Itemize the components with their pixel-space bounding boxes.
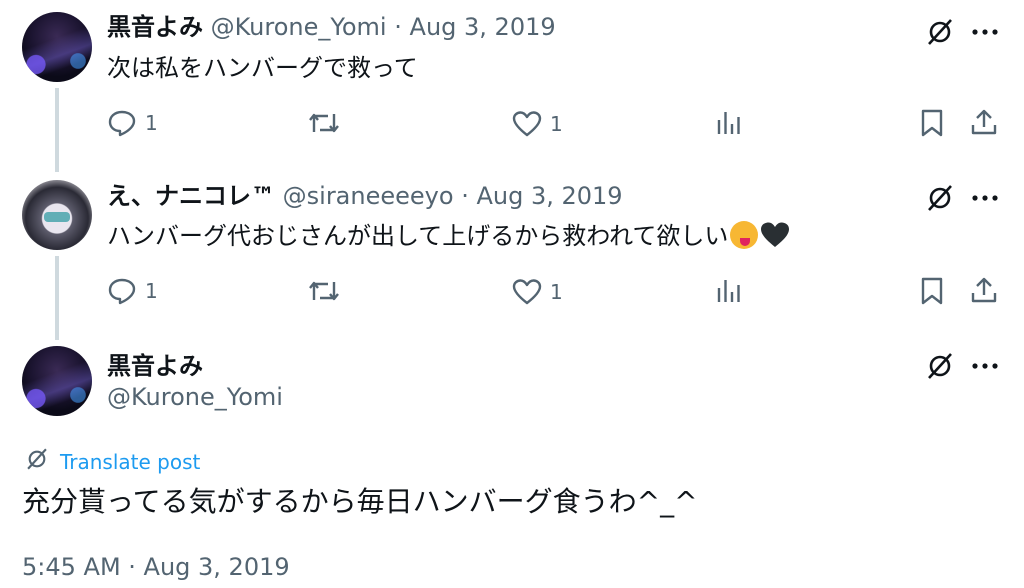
avatar[interactable] [22, 346, 92, 416]
user-handle[interactable]: @Kurone_Yomi [211, 13, 387, 41]
more-dots-icon[interactable] [970, 188, 1000, 208]
bookmark-icon [920, 109, 944, 137]
grok-slash-icon[interactable] [924, 182, 956, 214]
analytics-bars-icon [716, 278, 742, 304]
thread-line [55, 88, 59, 172]
translate-label[interactable]: Translate post [60, 450, 200, 474]
separator: · [461, 182, 469, 210]
user-handle[interactable]: @siraneeeeyo [283, 182, 454, 210]
like-button[interactable]: 1 [512, 110, 563, 137]
reply-count: 1 [145, 279, 158, 303]
like-button[interactable]: 1 [512, 278, 563, 305]
grok-slash-icon[interactable] [924, 16, 956, 48]
tweet-text-content: ハンバーグ代おじさんが出して上げるから救われて欲しい [107, 222, 729, 250]
analytics-bars-icon [716, 110, 742, 136]
separator: · [394, 13, 402, 41]
more-dots-icon[interactable] [970, 356, 1000, 376]
bookmark-icon [920, 277, 944, 305]
grok-slash-icon[interactable] [924, 350, 956, 382]
reply-button[interactable]: 1 [107, 109, 158, 137]
share-button[interactable] [970, 108, 998, 136]
like-count: 1 [550, 111, 563, 136]
views-button[interactable] [716, 278, 742, 304]
share-upload-icon [970, 276, 998, 304]
like-count: 1 [550, 279, 563, 304]
translate-icon [24, 446, 50, 477]
retweet-icon [306, 110, 342, 136]
translate-post-link[interactable]: Translate post [24, 446, 200, 477]
reply-button[interactable]: 1 [107, 277, 158, 305]
black-heart-emoji-icon [760, 221, 790, 257]
more-dots-icon[interactable] [970, 22, 1000, 42]
reply-count: 1 [145, 111, 158, 135]
share-button[interactable] [970, 276, 998, 304]
retweet-button[interactable] [306, 110, 342, 136]
avatar[interactable] [22, 180, 92, 250]
avatar[interactable] [22, 12, 92, 82]
heart-icon [512, 278, 542, 305]
share-upload-icon [970, 108, 998, 136]
display-name[interactable]: え、ナニコレ™ [107, 182, 275, 210]
retweet-icon [306, 278, 342, 304]
tweet-text: 次は私をハンバーグで救って [107, 54, 418, 82]
tweet-timestamp[interactable]: 5:45 AM · Aug 3, 2019 [22, 553, 290, 581]
display-name[interactable]: 黒音よみ [107, 13, 203, 41]
bookmark-button[interactable] [920, 277, 944, 305]
tweet-text: ハンバーグ代おじさんが出して上げるから救われて欲しい [107, 220, 790, 257]
heart-icon [512, 110, 542, 137]
tweet-text: 充分貰ってる気がするから毎日ハンバーグ食うわ^_^ [22, 485, 698, 518]
tweet-date[interactable]: Aug 3, 2019 [476, 182, 622, 210]
retweet-button[interactable] [306, 278, 342, 304]
bookmark-button[interactable] [920, 109, 944, 137]
thread-line [55, 256, 59, 340]
tweet-date[interactable]: Aug 3, 2019 [410, 13, 556, 41]
reply-bubble-icon [107, 109, 137, 137]
yum-face-emoji-icon [730, 221, 759, 249]
tweet-header: 黒音よみ @Kurone_Yomi · Aug 3, 2019 [107, 12, 556, 42]
user-handle[interactable]: @Kurone_Yomi [107, 383, 283, 411]
views-button[interactable] [716, 110, 742, 136]
reply-bubble-icon [107, 277, 137, 305]
display-name[interactable]: 黒音よみ [107, 346, 203, 381]
tweet-header: え、ナニコレ™ @siraneeeeyo · Aug 3, 2019 [107, 181, 623, 211]
